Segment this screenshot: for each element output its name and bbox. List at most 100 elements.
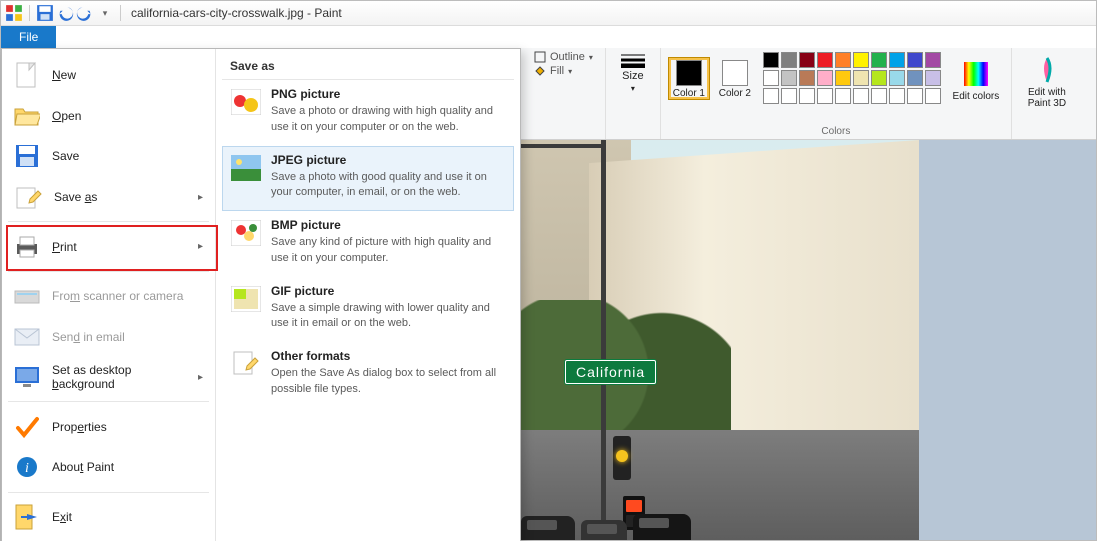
exit-icon [14, 504, 40, 530]
palette-swatch[interactable] [871, 52, 887, 68]
file-menu-save-as[interactable]: Save as ▸ [2, 177, 215, 218]
color2-button[interactable]: Color 2 [715, 58, 755, 99]
palette-swatch[interactable] [817, 52, 833, 68]
save-as-gif[interactable]: GIF pictureSave a simple drawing with lo… [222, 277, 514, 343]
ribbon-colors-group: Color 1 Color 2 Edit colors Colors [661, 48, 1012, 139]
save-as-jpeg[interactable]: JPEG pictureSave a photo with good quali… [222, 146, 514, 212]
save-as-other-title: Other formats [271, 349, 505, 363]
save-as-jpeg-title: JPEG picture [271, 153, 505, 167]
bmp-icon [231, 218, 261, 248]
palette-swatch[interactable] [925, 88, 941, 104]
size-label: Size [622, 70, 643, 82]
palette-swatch[interactable] [817, 70, 833, 86]
palette-swatch[interactable] [781, 70, 797, 86]
palette-swatch[interactable] [889, 88, 905, 104]
open-folder-icon [14, 103, 40, 129]
palette-swatch[interactable] [889, 52, 905, 68]
file-menu-scanner: From scanner or camera [2, 276, 215, 317]
save-as-icon [16, 184, 42, 210]
printer-icon [14, 234, 40, 260]
palette-swatch[interactable] [799, 70, 815, 86]
save-as-gif-desc: Save a simple drawing with lower quality… [271, 302, 490, 330]
file-menu-new[interactable]: New [2, 55, 215, 96]
save-as-png[interactable]: PNG pictureSave a photo or drawing with … [222, 80, 514, 146]
file-menu-wallpaper[interactable]: Set as desktop background ▸ [2, 357, 215, 398]
save-as-bmp[interactable]: BMP pictureSave any kind of picture with… [222, 211, 514, 277]
palette-swatch[interactable] [835, 88, 851, 104]
save-as-png-desc: Save a photo or drawing with high qualit… [271, 105, 493, 133]
quick-access-toolbar: ▾ [5, 4, 125, 22]
palette-swatch[interactable] [871, 88, 887, 104]
qat-undo-icon[interactable] [56, 4, 74, 22]
file-menu-save-label: Save [52, 149, 79, 163]
save-as-panel-title: Save as [222, 55, 514, 80]
palette-swatch[interactable] [871, 70, 887, 86]
outline-button[interactable]: Outline ▾ [530, 50, 597, 64]
app-icon [5, 4, 23, 22]
other-formats-icon [231, 349, 261, 379]
color2-label: Color 2 [719, 88, 751, 99]
email-icon [14, 324, 40, 350]
info-icon: i [14, 454, 40, 480]
palette-swatch[interactable] [763, 70, 779, 86]
street-sign: California [565, 360, 656, 384]
jpeg-icon [231, 153, 261, 183]
palette-swatch[interactable] [853, 70, 869, 86]
palette-swatch[interactable] [817, 88, 833, 104]
palette-swatch[interactable] [853, 88, 869, 104]
file-menu-send-email: Send in email [2, 316, 215, 357]
palette-swatch[interactable] [763, 88, 779, 104]
title-bar: ▾ california-cars-city-crosswalk.jpg - P… [1, 1, 1096, 26]
window-title: california-cars-city-crosswalk.jpg - Pai… [131, 6, 342, 20]
ribbon-size-group: Size ▾ [606, 48, 661, 139]
file-menu-dropdown: New Open Save Save as ▸ P [1, 48, 521, 541]
size-button[interactable]: Size ▾ [614, 50, 652, 95]
palette-swatch[interactable] [907, 52, 923, 68]
save-as-bmp-title: BMP picture [271, 218, 505, 232]
ribbon-paint3d-group: Edit with Paint 3D [1012, 48, 1082, 139]
svg-text:i: i [25, 461, 29, 476]
paint3d-button[interactable]: Edit with Paint 3D [1020, 50, 1074, 109]
fill-button[interactable]: Fill ▾ [530, 64, 576, 78]
save-floppy-icon [14, 143, 40, 169]
color1-label: Color 1 [673, 88, 705, 99]
file-menu-open[interactable]: Open [2, 96, 215, 137]
palette-swatch[interactable] [781, 88, 797, 104]
palette-swatch[interactable] [907, 88, 923, 104]
file-menu-save[interactable]: Save [2, 136, 215, 177]
edit-colors-button[interactable]: Edit colors [949, 54, 1003, 102]
palette-swatch[interactable] [835, 52, 851, 68]
palette-swatch[interactable] [925, 52, 941, 68]
palette-swatch[interactable] [799, 88, 815, 104]
edit-colors-label: Edit colors [953, 91, 1000, 102]
palette-swatch[interactable] [799, 52, 815, 68]
file-menu-properties[interactable]: Properties [2, 406, 215, 447]
qat-redo-icon[interactable] [76, 4, 94, 22]
file-menu-exit[interactable]: Exit [2, 496, 215, 537]
submenu-arrow-icon: ▸ [198, 241, 203, 252]
file-menu-list: New Open Save Save as ▸ P [2, 49, 216, 541]
file-tab[interactable]: File [1, 26, 56, 48]
palette-swatch[interactable] [781, 52, 797, 68]
file-menu-about[interactable]: i About Paint [2, 447, 215, 488]
save-as-other[interactable]: Other formatsOpen the Save As dialog box… [222, 342, 514, 408]
file-menu-print[interactable]: Print ▸ [2, 226, 215, 267]
colors-group-label: Colors [821, 126, 850, 137]
properties-check-icon [14, 414, 40, 440]
palette-swatch[interactable] [763, 52, 779, 68]
qat-customize-dropdown-icon[interactable]: ▾ [96, 4, 114, 22]
menu-row: File [1, 26, 1096, 49]
qat-save-icon[interactable] [36, 4, 54, 22]
fill-label: Fill [550, 65, 564, 77]
desktop-icon [14, 364, 40, 390]
palette-swatch[interactable] [889, 70, 905, 86]
color1-button[interactable]: Color 1 [669, 58, 709, 99]
palette-swatch[interactable] [925, 70, 941, 86]
palette-swatch[interactable] [835, 70, 851, 86]
traffic-light-icon [613, 436, 631, 480]
color1-swatch [676, 60, 702, 86]
png-icon [231, 87, 261, 117]
palette-swatch[interactable] [907, 70, 923, 86]
palette-swatch[interactable] [853, 52, 869, 68]
new-file-icon [14, 62, 40, 88]
